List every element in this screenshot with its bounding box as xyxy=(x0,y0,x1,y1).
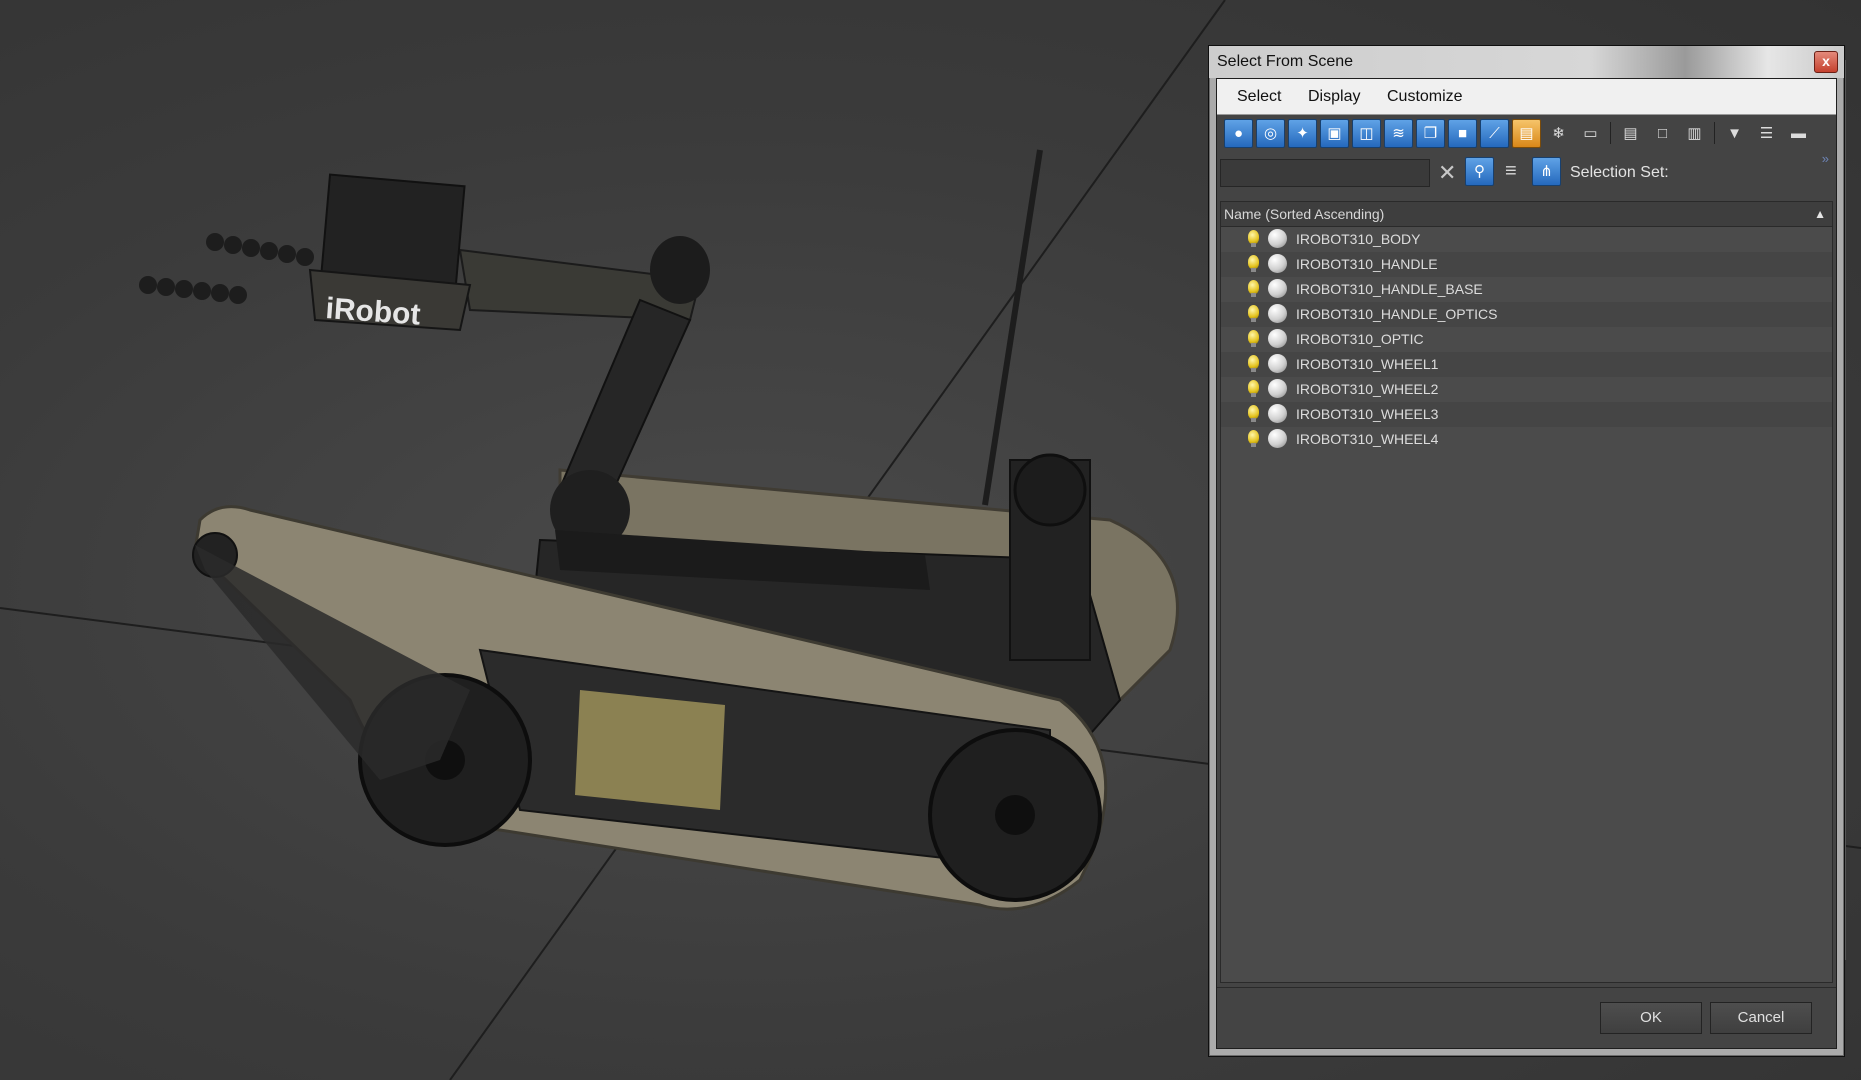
list-item[interactable]: IROBOT310_HANDLE_BASE xyxy=(1221,277,1832,302)
list-item[interactable]: IROBOT310_BODY xyxy=(1221,227,1832,252)
geometry-sphere-icon xyxy=(1268,329,1287,348)
title-bar[interactable]: Select From Scene x xyxy=(1209,46,1844,78)
lightbulb-icon[interactable] xyxy=(1248,380,1259,397)
antenna xyxy=(982,149,1043,506)
geometry-sphere-icon xyxy=(1268,304,1287,323)
object-name: IROBOT310_HANDLE xyxy=(1296,256,1438,272)
display-shapes-icon[interactable]: ◎ xyxy=(1256,119,1285,148)
display-containers-icon[interactable]: ▤ xyxy=(1512,119,1541,148)
layers-icon[interactable]: ≡ xyxy=(1505,160,1517,183)
object-name: IROBOT310_WHEEL1 xyxy=(1296,356,1439,372)
column-header-name[interactable]: Name (Sorted Ascending) ▲ xyxy=(1221,202,1832,227)
irobot-logo: iRobot xyxy=(325,292,422,332)
display-bones-icon[interactable]: ⟋ xyxy=(1480,119,1509,148)
filter-options-icon[interactable]: ☰ xyxy=(1752,119,1781,148)
more-options-icon[interactable]: » xyxy=(1822,151,1829,166)
geometry-sphere-icon xyxy=(1268,379,1287,398)
search-input[interactable] xyxy=(1220,159,1430,187)
display-frozen-icon[interactable]: ❄ xyxy=(1544,119,1573,148)
menu-display[interactable]: Display xyxy=(1308,88,1360,106)
lightbulb-icon[interactable] xyxy=(1248,430,1259,447)
display-spacewarps-icon[interactable]: ≋ xyxy=(1384,119,1413,148)
lightbulb-icon[interactable] xyxy=(1248,355,1259,372)
menu-select[interactable]: Select xyxy=(1237,88,1281,106)
geometry-sphere-icon xyxy=(1268,279,1287,298)
display-hidden-icon[interactable]: ▭ xyxy=(1576,119,1605,148)
object-name: IROBOT310_WHEEL2 xyxy=(1296,381,1439,397)
lightbulb-icon[interactable] xyxy=(1248,255,1259,272)
collapse-icon[interactable]: ▬ xyxy=(1784,119,1813,148)
object-name: IROBOT310_WHEEL3 xyxy=(1296,406,1439,422)
filter-icon[interactable]: ▼ xyxy=(1720,119,1749,148)
object-name: IROBOT310_WHEEL4 xyxy=(1296,431,1439,447)
menu-customize[interactable]: Customize xyxy=(1387,88,1463,106)
ok-button[interactable]: OK xyxy=(1600,1002,1702,1034)
object-name: IROBOT310_OPTIC xyxy=(1296,331,1424,347)
select-none-icon[interactable]: □ xyxy=(1648,119,1677,148)
geometry-sphere-icon xyxy=(1268,429,1287,448)
lightbulb-icon[interactable] xyxy=(1248,230,1259,247)
select-invert-icon[interactable]: ▥ xyxy=(1680,119,1709,148)
gripper-fingers xyxy=(139,233,314,304)
lightbulb-icon[interactable] xyxy=(1248,305,1259,322)
select-from-scene-dialog: Select From Scene x Select Display Custo… xyxy=(1208,45,1845,1057)
warning-label xyxy=(575,690,725,810)
cancel-button[interactable]: Cancel xyxy=(1710,1002,1812,1034)
display-lights-icon[interactable]: ✦ xyxy=(1288,119,1317,148)
lightbulb-icon[interactable] xyxy=(1248,280,1259,297)
clear-search-icon[interactable]: ✕ xyxy=(1438,160,1456,186)
dialog-body: Select Display Customize ● ◎ ✦ ▣ ◫ ≋ ❐ ■… xyxy=(1216,78,1837,1049)
sort-ascending-icon: ▲ xyxy=(1814,207,1826,221)
toolbar-separator xyxy=(1714,122,1715,144)
object-name: IROBOT310_HANDLE_BASE xyxy=(1296,281,1483,297)
display-cameras-icon[interactable]: ▣ xyxy=(1320,119,1349,148)
elbow-joint xyxy=(650,236,710,304)
object-name: IROBOT310_BODY xyxy=(1296,231,1421,247)
dialog-title: Select From Scene xyxy=(1217,53,1354,70)
display-geometry-icon[interactable]: ● xyxy=(1224,119,1253,148)
select-all-icon[interactable]: ▤ xyxy=(1616,119,1645,148)
find-filter-icon[interactable]: ⚲ xyxy=(1465,157,1494,186)
close-icon: x xyxy=(1822,53,1830,69)
geometry-sphere-icon xyxy=(1268,254,1287,273)
hierarchy-icon[interactable]: ⋔ xyxy=(1532,157,1561,186)
geometry-sphere-icon xyxy=(1268,404,1287,423)
display-toolbar: ● ◎ ✦ ▣ ◫ ≋ ❐ ■ ⟋ ▤ ❄ ▭ ▤ □ ▥ ▼ ☰ ▬ xyxy=(1220,119,1833,153)
list-item[interactable]: IROBOT310_WHEEL1 xyxy=(1221,352,1832,377)
scene-object-list[interactable]: Name (Sorted Ascending) ▲ IROBOT310_BODY… xyxy=(1220,201,1833,983)
geometry-sphere-icon xyxy=(1268,354,1287,373)
list-item[interactable]: IROBOT310_WHEEL4 xyxy=(1221,427,1832,452)
list-item[interactable]: IROBOT310_OPTIC xyxy=(1221,327,1832,352)
display-groups-icon[interactable]: ❐ xyxy=(1416,119,1445,148)
camera-optic xyxy=(1013,453,1087,527)
close-button[interactable]: x xyxy=(1814,51,1838,73)
display-xrefs-icon[interactable]: ■ xyxy=(1448,119,1477,148)
object-name: IROBOT310_HANDLE_OPTICS xyxy=(1296,306,1498,322)
search-row: ✕ ⚲ ≡ ⋔ Selection Set: » xyxy=(1220,151,1833,191)
toolbar-separator xyxy=(1610,122,1611,144)
lightbulb-icon[interactable] xyxy=(1248,405,1259,422)
list-item[interactable]: IROBOT310_HANDLE xyxy=(1221,252,1832,277)
menu-bar: Select Display Customize xyxy=(1217,79,1836,115)
dialog-footer: OK Cancel xyxy=(1217,987,1836,1048)
list-item[interactable]: IROBOT310_WHEEL3 xyxy=(1221,402,1832,427)
lightbulb-icon[interactable] xyxy=(1248,330,1259,347)
geometry-sphere-icon xyxy=(1268,229,1287,248)
list-item[interactable]: IROBOT310_WHEEL2 xyxy=(1221,377,1832,402)
display-helpers-icon[interactable]: ◫ xyxy=(1352,119,1381,148)
list-item[interactable]: IROBOT310_HANDLE_OPTICS xyxy=(1221,302,1832,327)
column-header-label: Name (Sorted Ascending) xyxy=(1224,206,1385,222)
selection-set-label: Selection Set: xyxy=(1570,164,1669,181)
